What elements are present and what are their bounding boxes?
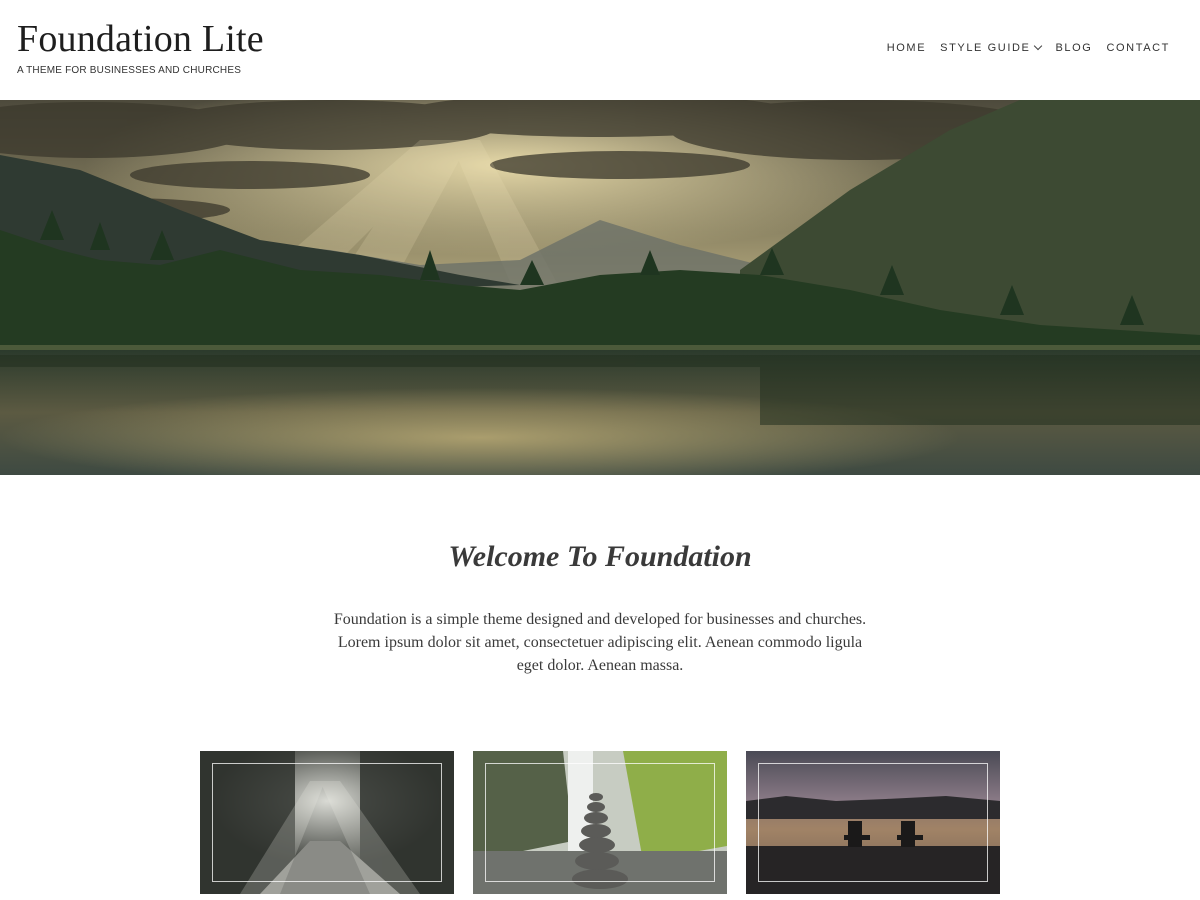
card-lake-chairs[interactable] [746, 751, 1000, 894]
nav-item-label: BLOG [1055, 42, 1093, 54]
nav-item-style-guide[interactable]: STYLE GUIDE [940, 41, 1043, 54]
chevron-down-icon [1034, 41, 1043, 51]
feature-cards [200, 751, 1000, 894]
site-title[interactable]: Foundation Lite [17, 17, 264, 61]
welcome-text: Foundation is a simple theme designed an… [333, 611, 867, 674]
nav-item-contact[interactable]: CONTACT [1106, 42, 1170, 54]
nav-item-label: HOME [886, 42, 927, 54]
nav-item-label: STYLE GUIDE [940, 42, 1031, 54]
welcome-heading: Welcome To Foundation [448, 540, 752, 573]
forest-road-image [200, 751, 454, 894]
nav-item-home[interactable]: HOME [887, 42, 926, 54]
hero-image [0, 100, 1200, 475]
card-stacked-stones[interactable] [473, 751, 727, 894]
lake-chairs-image [746, 751, 1000, 894]
main-nav: HOME STYLE GUIDE BLOG CONTACT [873, 41, 1170, 54]
card-forest-road[interactable] [200, 751, 454, 894]
hero-landscape-image [0, 100, 1200, 475]
stacked-stones-image [473, 751, 727, 894]
nav-item-blog[interactable]: BLOG [1055, 42, 1092, 54]
site-header: Foundation Lite A THEME FOR BUSINESSES A… [0, 0, 1200, 100]
nav-item-label: CONTACT [1106, 42, 1170, 54]
site-tagline: A THEME FOR BUSINESSES AND CHURCHES [17, 65, 242, 76]
